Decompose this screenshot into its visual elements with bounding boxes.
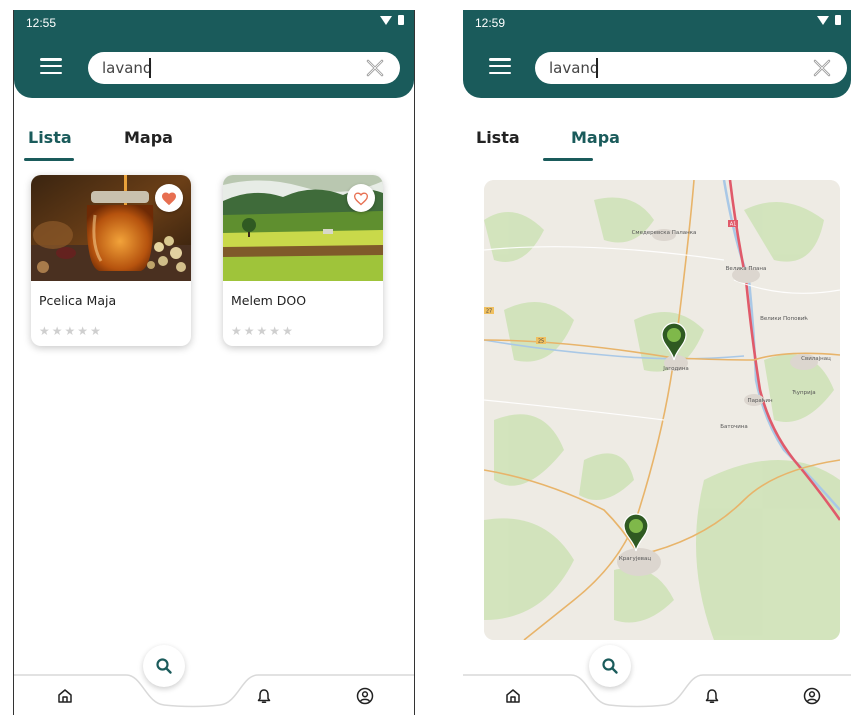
- tab-mapa-label: Mapa: [571, 128, 620, 147]
- wifi-icon: [380, 15, 392, 25]
- status-time: 12:59: [475, 16, 506, 30]
- search-nav-button[interactable]: [143, 645, 185, 687]
- rating-stars: ★ ★ ★ ★ ★: [39, 325, 101, 337]
- search-icon: [156, 658, 172, 674]
- map-label: Велики Поповић: [760, 315, 808, 322]
- map-view[interactable]: Смедеревска Паланка Велика Плана Јагодин…: [484, 180, 840, 640]
- search-nav-button[interactable]: [589, 645, 631, 687]
- star-icon: ★: [231, 324, 242, 338]
- bottom-navigation: [14, 645, 414, 715]
- status-icons: [817, 15, 841, 25]
- star-icon: ★: [51, 324, 63, 338]
- search-icon: [602, 658, 618, 674]
- profile-icon[interactable]: [801, 685, 823, 707]
- phone-list-view: 12:55 Lista Mapa: [13, 10, 415, 715]
- road-label: A1: [730, 222, 737, 228]
- star-icon: ★: [77, 324, 89, 338]
- status-time: 12:55: [26, 16, 57, 30]
- shop-title: Pcelica Maja: [39, 293, 117, 308]
- shop-card[interactable]: Melem DOO ★ ★ ★ ★ ★: [223, 175, 383, 346]
- wifi-icon: [817, 15, 829, 25]
- star-icon: ★: [256, 324, 268, 338]
- text-cursor: [149, 58, 151, 78]
- rating-stars: ★ ★ ★ ★ ★: [231, 325, 293, 337]
- view-tabs: Lista Mapa: [463, 128, 851, 162]
- tab-mapa[interactable]: Mapa: [543, 128, 620, 161]
- active-tab-indicator: [24, 158, 74, 161]
- map-label: Велика Плана: [726, 266, 767, 272]
- bell-icon[interactable]: [701, 685, 723, 707]
- road-label: 25: [538, 339, 544, 345]
- heart-filled-icon: [162, 192, 176, 205]
- app-header: 12:55: [14, 10, 414, 98]
- search-input[interactable]: [549, 58, 789, 78]
- favorite-button[interactable]: [347, 184, 375, 212]
- search-bar: [88, 52, 400, 84]
- clear-search-icon[interactable]: [813, 59, 831, 77]
- map-label: Баточина: [720, 424, 748, 430]
- search-input[interactable]: [102, 58, 342, 78]
- star-icon: ★: [269, 324, 281, 338]
- active-tab-indicator: [543, 158, 593, 161]
- battery-icon: [835, 15, 841, 25]
- star-icon: ★: [64, 324, 76, 338]
- menu-icon[interactable]: [489, 58, 511, 74]
- tab-lista-label: Lista: [28, 128, 72, 147]
- star-icon: ★: [90, 324, 101, 338]
- status-icons: [380, 15, 404, 25]
- tab-lista-label: Lista: [476, 128, 520, 147]
- search-bar: [535, 52, 847, 84]
- bottom-navigation: [463, 645, 851, 715]
- tab-lista[interactable]: Lista: [24, 128, 74, 161]
- map-label: Параћин: [747, 397, 773, 404]
- shop-title: Melem DOO: [231, 293, 307, 308]
- star-icon: ★: [282, 324, 293, 338]
- text-cursor: [596, 58, 598, 78]
- tab-mapa[interactable]: Mapa: [124, 128, 173, 147]
- star-icon: ★: [39, 324, 50, 338]
- map-label: Свилајнац: [801, 356, 831, 362]
- battery-icon: [398, 15, 404, 25]
- road-label: 27: [486, 309, 492, 315]
- heart-outline-icon: [353, 191, 369, 205]
- map-label: Јагодина: [662, 366, 689, 372]
- home-icon[interactable]: [54, 685, 76, 707]
- map-label: Смедеревска Паланка: [632, 230, 697, 236]
- shop-card[interactable]: Pcelica Maja ★ ★ ★ ★ ★: [31, 175, 191, 346]
- clear-search-icon[interactable]: [366, 59, 384, 77]
- screenshot-stage: 12:55 Lista Mapa: [0, 0, 851, 715]
- profile-icon[interactable]: [354, 685, 376, 707]
- tab-mapa-label: Mapa: [124, 128, 173, 147]
- bell-icon[interactable]: [253, 685, 275, 707]
- phone-map-view: 12:59 Lista Mapa: [463, 10, 851, 715]
- app-header: 12:59: [463, 10, 851, 98]
- star-icon: ★: [243, 324, 255, 338]
- tab-lista[interactable]: Lista: [476, 128, 520, 147]
- map-label: Ћуприја: [791, 390, 815, 396]
- home-icon[interactable]: [502, 685, 524, 707]
- favorite-button[interactable]: [155, 184, 183, 212]
- view-tabs: Lista Mapa: [14, 128, 414, 162]
- menu-icon[interactable]: [40, 58, 62, 74]
- map-label: Крагујевац: [619, 556, 651, 562]
